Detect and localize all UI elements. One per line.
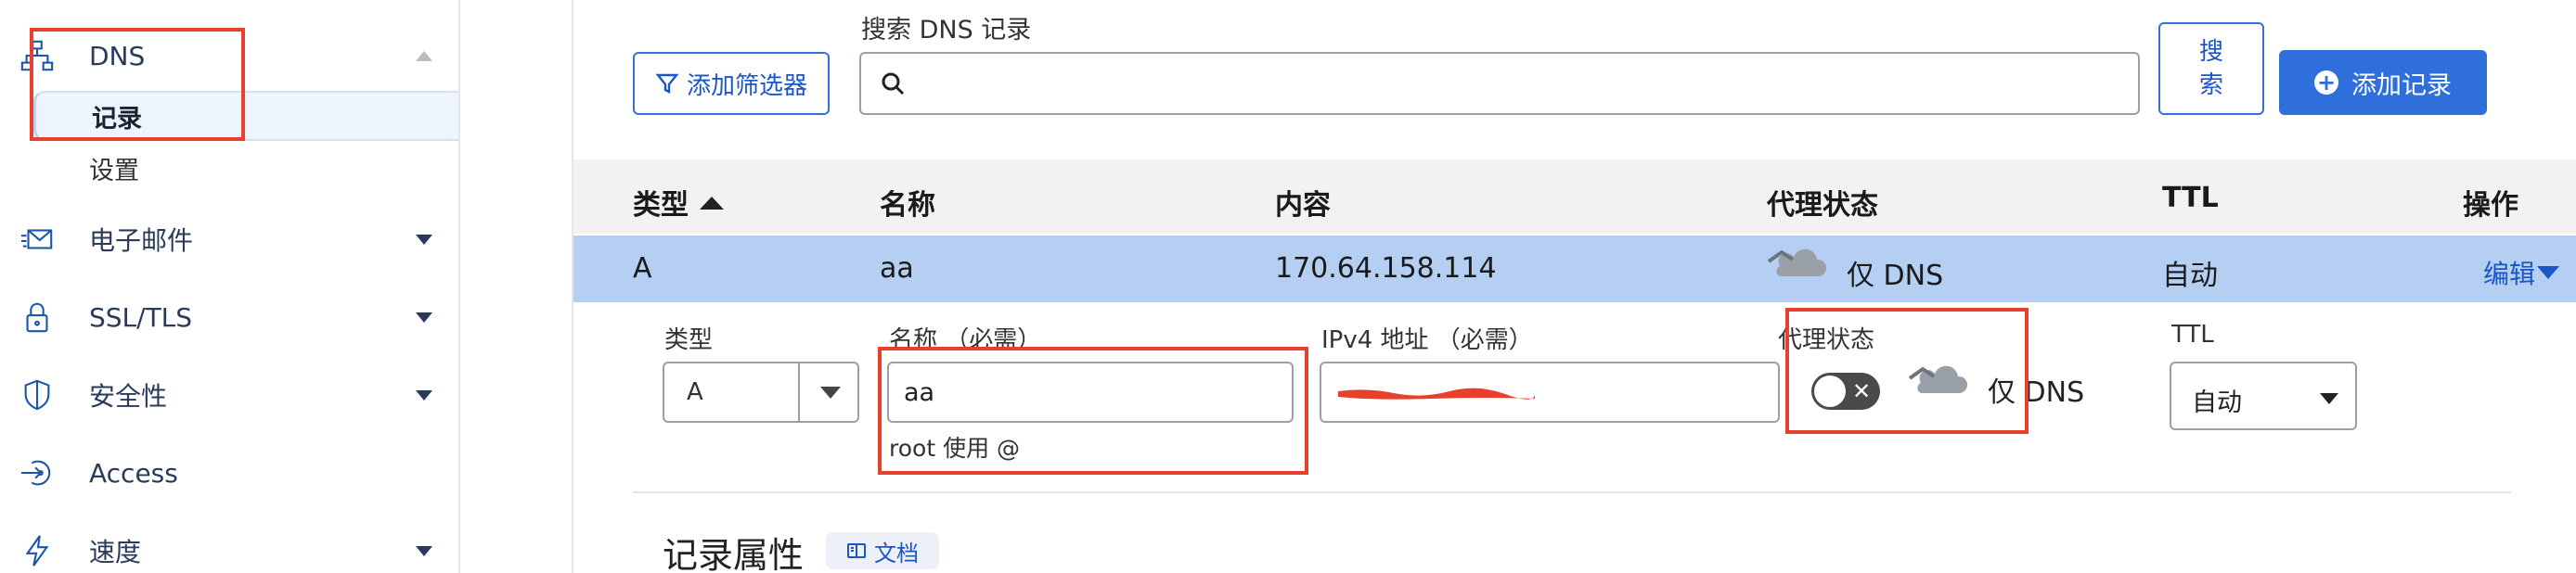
dns-only-cloud-icon [1908,362,1969,402]
name-field-label: 名称 （必需） [889,326,1042,354]
docs-link-label: 文档 [874,540,919,567]
search-label: 搜索 DNS 记录 [861,16,1032,45]
cell-content: 170.64.158.114 [1275,252,1497,285]
chevron-down-icon[interactable] [416,234,432,245]
filter-icon [655,73,679,94]
cell-ttl: 自动 [2162,260,2218,292]
sidebar-item-access[interactable]: Access [0,434,458,512]
redaction-mark [1338,388,1535,400]
proxy-field-label: 代理状态 [1778,326,1875,354]
sidebar-item-label: DNS [89,40,146,71]
plus-circle-icon: + [2314,70,2338,95]
sort-ascending-icon[interactable] [700,196,724,210]
divider [633,491,2511,493]
chevron-down-icon [2320,393,2338,404]
sidebar-item-label: Access [89,457,178,489]
chevron-down-icon[interactable] [416,545,432,556]
table-row[interactable]: A aa 170.64.158.114 仅 DNS 自动 编辑 [573,236,2576,302]
sidebar-item-label: SSL/TLS [89,301,193,333]
column-header-actions: 操作 [2463,189,2518,222]
sidebar-item-label: 安全性 [89,381,168,412]
name-field[interactable] [887,362,1294,423]
select-divider [798,363,800,421]
network-icon [19,37,56,74]
sidebar-item-label: 速度 [89,537,142,567]
column-header-type[interactable]: 类型 [633,182,724,223]
search-icon [882,72,905,96]
sidebar-subitem-records[interactable]: 记录 [33,91,458,141]
type-field-label: 类型 [664,326,714,354]
ipv4-field[interactable] [1320,362,1780,423]
column-header-label: 类型 [633,189,689,222]
ttl-select[interactable]: 自动 [2170,362,2357,430]
close-icon: ✕ [1852,378,1872,404]
name-field-hint: root 使用 @ [889,435,1021,462]
sidebar-item-email[interactable]: 电子邮件 [0,200,458,278]
edit-button[interactable]: 编辑 [2483,254,2559,291]
chevron-down-icon [2537,266,2559,279]
ttl-field-label: TTL [2171,321,2214,349]
add-filter-label: 添加筛选器 [686,71,807,100]
column-header-name[interactable]: 名称 [880,182,935,223]
toggle-knob [1814,376,1846,407]
chevron-down-icon[interactable] [416,312,432,323]
cell-type: A [633,252,652,285]
edit-label: 编辑 [2482,259,2535,289]
sidebar-subitem-settings[interactable]: 设置 [33,143,458,193]
add-record-button[interactable]: + 添加记录 [2279,50,2487,115]
search-input[interactable] [861,54,2138,113]
chevron-down-icon[interactable] [416,389,432,401]
cell-name: aa [880,252,914,285]
docs-link[interactable]: 文档 [826,532,939,569]
sidebar-item-label: 电子邮件 [89,225,194,256]
bolt-icon [19,532,56,569]
email-icon [19,221,56,258]
search-button-label: 索 [2198,71,2223,99]
chevron-down-icon [820,386,841,399]
add-filter-button[interactable]: 添加筛选器 [633,52,830,115]
access-icon [19,454,56,491]
sidebar-item-dns[interactable]: DNS [0,17,458,95]
column-header-proxy: 代理状态 [1767,189,1878,222]
type-select-value: A [687,378,703,406]
ttl-select-value: 自动 [2192,388,2242,417]
search-button-label: 搜 [2198,38,2223,66]
sidebar-item-ssl-tls[interactable]: SSL/TLS [0,278,458,356]
proxy-status-value: 仅 DNS [1988,376,2085,409]
type-select[interactable]: A [663,362,859,423]
ipv4-field-label: IPv4 地址 （必需） [1321,326,1533,354]
chevron-up-icon[interactable] [416,50,432,61]
book-icon [847,543,866,558]
sidebar: DNS 记录 设置 电子邮件 SSL/TLS 安全性 Access 速度 [0,0,460,573]
dns-only-cloud-icon [1767,245,1828,289]
table-header: 类型 名称 内容 代理状态 TTL 操作 [573,159,2576,234]
cell-proxy: 仅 DNS [1847,260,1944,292]
column-header-content[interactable]: 内容 [1275,182,1331,223]
main-content: 添加筛选器 搜索 DNS 记录 搜 索 + 添加记录 类型 名称 内容 代理状态… [572,0,2576,573]
shield-icon [19,376,56,414]
add-record-label: 添加记录 [2351,70,2452,100]
section-title: 记录属性 [663,535,805,573]
proxy-toggle[interactable]: ✕ [1811,373,1880,410]
sidebar-item-speed[interactable]: 速度 [0,512,458,573]
sidebar-subitem-label: 记录 [92,104,142,134]
sidebar-subitem-label: 设置 [89,156,139,185]
search-field[interactable] [859,52,2140,115]
lock-icon [19,299,56,336]
column-header-ttl[interactable]: TTL [2162,182,2219,214]
search-button[interactable]: 搜 索 [2158,22,2264,115]
sidebar-item-security[interactable]: 安全性 [0,356,458,434]
